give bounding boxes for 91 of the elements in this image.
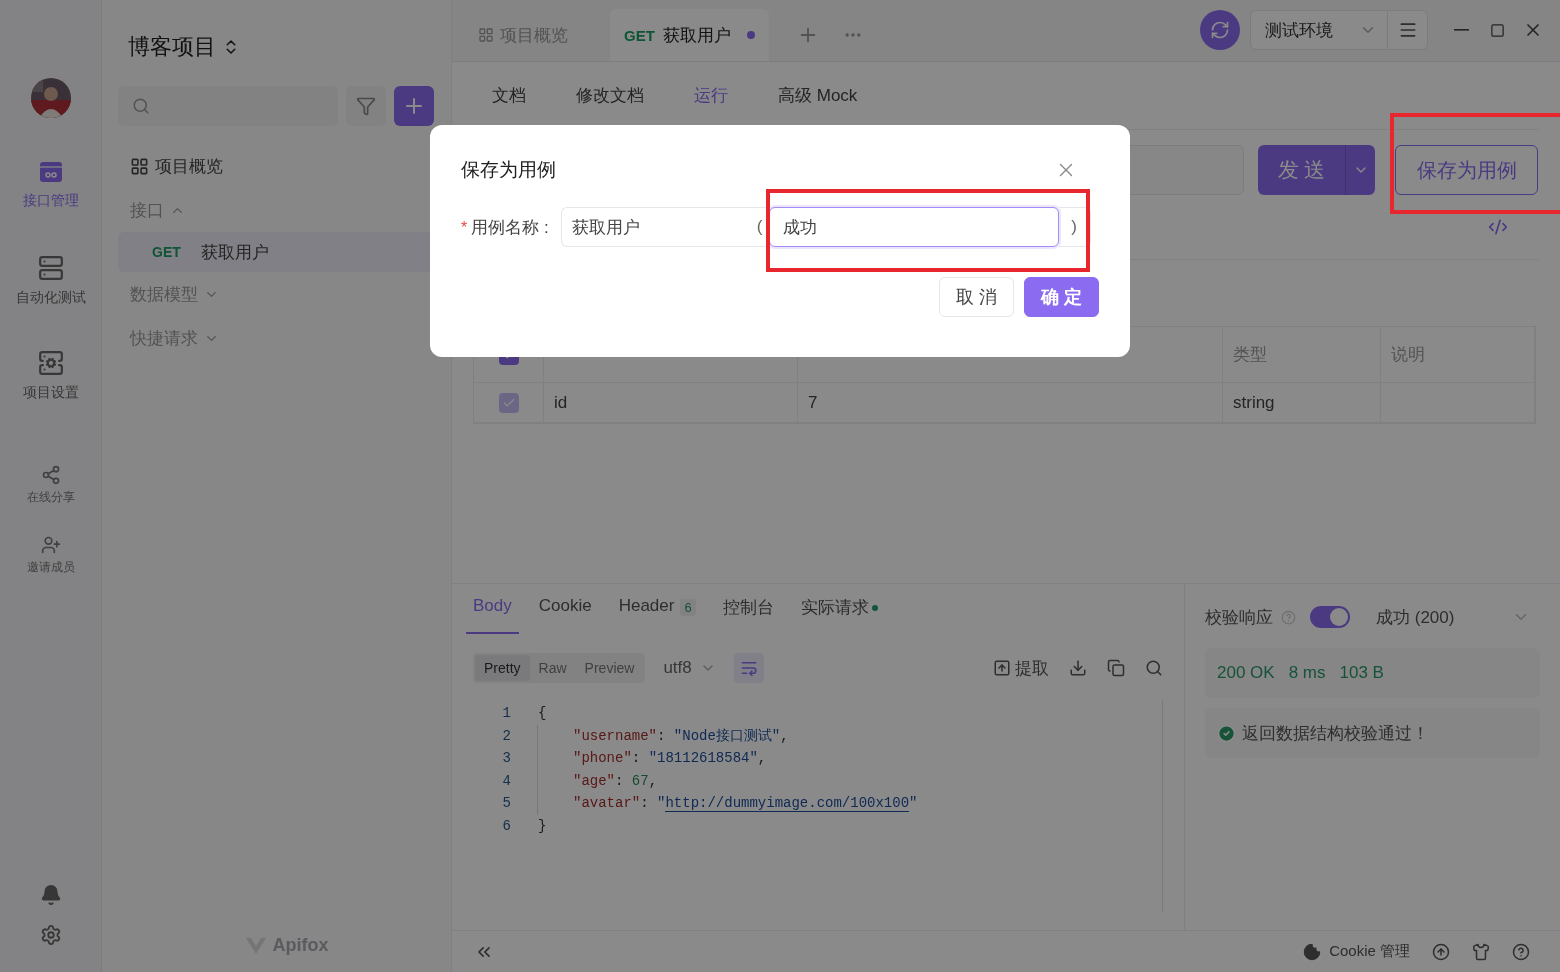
check-circle-icon bbox=[1217, 723, 1236, 743]
view-mode-option[interactable]: Pretty bbox=[475, 655, 530, 681]
api-calendar-icon bbox=[38, 160, 63, 184]
cookie-button[interactable]: Cookie 管理 bbox=[1303, 942, 1410, 961]
bell-icon[interactable] bbox=[39, 884, 62, 906]
checkbox[interactable] bbox=[498, 392, 519, 413]
line-number: 2 bbox=[501, 727, 511, 744]
dialog-title: 保存为用例 bbox=[461, 158, 556, 182]
arrow-up-icon bbox=[993, 659, 1011, 677]
response-tab[interactable]: Body bbox=[466, 596, 519, 634]
validation-label: 校验响应 bbox=[1205, 606, 1273, 629]
line-number: 4 bbox=[501, 772, 511, 789]
code-editor[interactable]: 1 { 2 "username": "Node接口测试", 3 "phone": "18112618584", 4 "age": 67, 5 "avatar": "http://dummyimage.com/100x100" 6 } bbox=[473, 700, 1163, 912]
refresh-icon bbox=[1210, 20, 1230, 40]
cancel-button[interactable]: 取 消 bbox=[938, 277, 1014, 317]
rail-link[interactable]: 在线分享 bbox=[26, 465, 75, 535]
wrap-icon bbox=[739, 659, 758, 677]
validation-message: 返回数据结构校验通过！ bbox=[1242, 722, 1429, 745]
doc-tab[interactable]: 修改文档 bbox=[576, 84, 644, 107]
case-name-field[interactable]: 获取用户 bbox=[560, 207, 751, 247]
code-line: "age": 67, bbox=[537, 769, 658, 792]
line-number: 1 bbox=[501, 705, 511, 722]
file-tab[interactable]: GET 获取用户 bbox=[610, 9, 769, 61]
filter-icon bbox=[356, 96, 376, 116]
response-tab[interactable]: Cookie bbox=[531, 596, 599, 634]
result-select[interactable]: 成功 (200) bbox=[1376, 605, 1540, 629]
bracket-addon: ) bbox=[1058, 207, 1091, 247]
filter-button[interactable] bbox=[346, 86, 386, 126]
add-button[interactable] bbox=[394, 86, 434, 126]
response-tab[interactable]: 控制台 bbox=[715, 596, 781, 634]
view-mode-option[interactable]: Raw bbox=[529, 655, 576, 681]
send-button[interactable]: 发 送 bbox=[1258, 145, 1375, 195]
status-code: 200 OK bbox=[1217, 663, 1275, 683]
maximize-icon bbox=[1489, 22, 1505, 38]
upload-icon[interactable] bbox=[1432, 942, 1450, 961]
save-case-button[interactable]: 保存为用例 bbox=[1395, 145, 1538, 195]
rail-nav-item[interactable]: 接口管理 bbox=[22, 160, 79, 255]
wrap-button[interactable] bbox=[733, 653, 764, 683]
table-cell: id bbox=[544, 383, 798, 423]
settings-icon[interactable] bbox=[39, 924, 62, 946]
response-time: 8 ms bbox=[1288, 663, 1326, 683]
encoding-select[interactable]: utf8 bbox=[663, 658, 716, 678]
doc-tab[interactable]: 运行 bbox=[694, 84, 728, 107]
server-stack-icon bbox=[37, 255, 64, 281]
project-switcher[interactable]: 博客项目 bbox=[118, 30, 435, 64]
shirt-icon[interactable] bbox=[1472, 942, 1490, 961]
code-icon[interactable] bbox=[1488, 217, 1508, 237]
response-size: 103 B bbox=[1339, 663, 1384, 683]
line-number: 3 bbox=[501, 750, 511, 767]
share-icon bbox=[40, 465, 61, 485]
add-user-icon bbox=[40, 535, 61, 555]
count-badge: 6 bbox=[680, 599, 696, 616]
doc-tab[interactable]: 文档 bbox=[492, 84, 526, 107]
code-line: "avatar": "http://dummyimage.com/100x100" bbox=[537, 792, 918, 815]
menu-button[interactable] bbox=[1388, 10, 1428, 50]
code-line: "phone": "18112618584", bbox=[537, 747, 767, 770]
line-number: 5 bbox=[501, 795, 511, 812]
code-line: } bbox=[537, 816, 547, 836]
search-field[interactable] bbox=[118, 86, 338, 126]
response-tab[interactable]: 实际请求 bbox=[793, 596, 885, 634]
download-icon[interactable] bbox=[1069, 659, 1087, 677]
minimize-icon bbox=[1453, 29, 1469, 31]
line-number: 6 bbox=[501, 817, 511, 834]
table-cell: string bbox=[1223, 383, 1381, 423]
validation-toggle[interactable] bbox=[1310, 606, 1350, 628]
grid-icon bbox=[130, 156, 149, 176]
rail-nav-item[interactable]: 自动化测试 bbox=[15, 255, 86, 350]
server-gear-icon bbox=[37, 350, 64, 376]
suffix-field[interactable]: 成功 bbox=[768, 207, 1059, 247]
response-tab[interactable]: Header 6 bbox=[611, 596, 703, 634]
view-mode-option[interactable]: Preview bbox=[575, 655, 644, 681]
tree-item[interactable]: 项目概览 bbox=[118, 144, 435, 188]
help-icon bbox=[1281, 609, 1296, 625]
search-icon[interactable] bbox=[1145, 659, 1163, 677]
confirm-button[interactable]: 确 定 bbox=[1024, 277, 1099, 317]
environment-select[interactable]: 测试环境 bbox=[1250, 10, 1388, 50]
field-label: * 用例名称 : bbox=[461, 216, 549, 239]
rail-nav-item[interactable]: 项目设置 bbox=[22, 350, 79, 445]
copy-icon[interactable] bbox=[1107, 659, 1125, 677]
code-line: { bbox=[537, 704, 547, 724]
rail-link[interactable]: 邀请成员 bbox=[26, 535, 75, 605]
table-cell: 7 bbox=[798, 383, 1223, 423]
cookie-icon bbox=[1303, 942, 1322, 961]
bracket-addon: ( bbox=[750, 207, 769, 247]
grid-icon bbox=[478, 27, 494, 43]
doc-tab[interactable]: 高级 Mock bbox=[778, 84, 858, 107]
code-line: "username": "Node接口测试", bbox=[537, 724, 789, 747]
help-icon[interactable] bbox=[1512, 942, 1530, 961]
sync-button[interactable] bbox=[1200, 10, 1240, 50]
extract-button[interactable]: 提取 bbox=[993, 656, 1049, 680]
search-icon bbox=[132, 97, 150, 115]
